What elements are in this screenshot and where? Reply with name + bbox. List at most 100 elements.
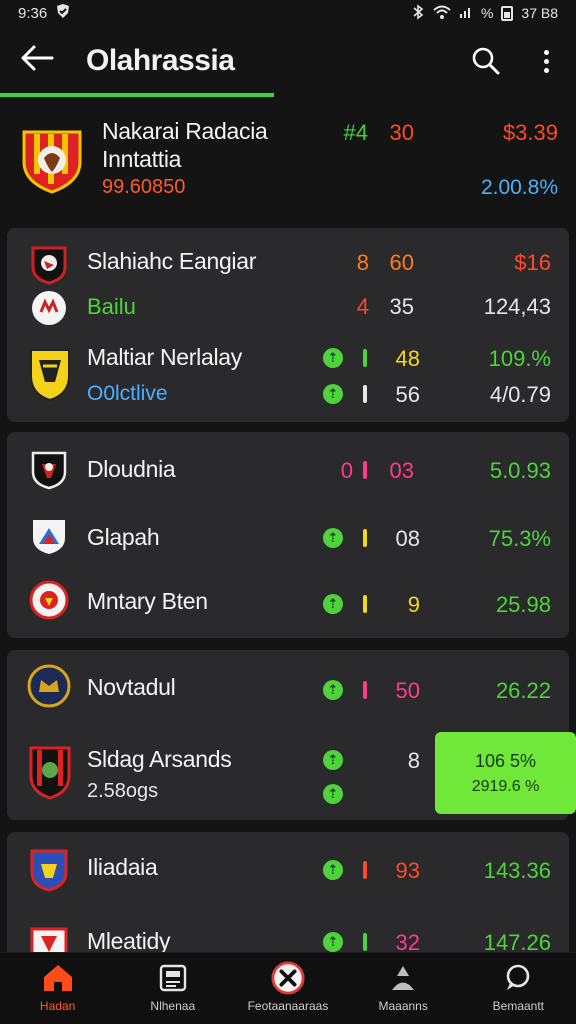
list-item[interactable]: Bailu 4 35 124,43 bbox=[7, 286, 569, 334]
stat-secondary: 35 bbox=[389, 294, 414, 319]
list-item[interactable]: Dloudnia 0 03 5.0.93 bbox=[7, 442, 569, 502]
featured-value: $3.39 bbox=[502, 120, 558, 145]
featured-row[interactable]: Nakarai Radacia Inntattia 99.60850 #4 30… bbox=[0, 110, 576, 216]
highlight-change: 2919.6 % bbox=[471, 777, 540, 795]
page-title: Olahrassia bbox=[86, 44, 235, 77]
nav-label: Maaanns bbox=[378, 999, 428, 1013]
list-item[interactable]: Slahiahc Eangiar 8 60 $16 bbox=[7, 240, 569, 290]
featured-sub: 99.60850 bbox=[102, 176, 186, 198]
match-group-card: Novtadul ⇡ 50 26.22 Sldag Arsands 2.58og… bbox=[7, 650, 576, 820]
odds-value: 26.22 bbox=[495, 678, 551, 703]
user-icon bbox=[386, 961, 420, 995]
match-group-card: Slahiahc Eangiar 8 60 $16 Bailu 4 35 124… bbox=[7, 228, 569, 422]
team-name: Glapah bbox=[87, 524, 160, 550]
odds-value: 109.% bbox=[488, 346, 551, 371]
wifi-icon bbox=[433, 5, 451, 22]
nav-home[interactable]: Hadan bbox=[3, 961, 113, 1013]
nav-label: Nlhenaa bbox=[150, 999, 196, 1013]
stat-secondary: 8 bbox=[407, 748, 420, 773]
more-vertical-icon[interactable] bbox=[536, 49, 556, 73]
live-indicator-icon: ⇡ bbox=[323, 528, 343, 548]
live-indicator-icon: ⇡ bbox=[323, 860, 343, 880]
club-crest-icon bbox=[29, 450, 69, 490]
live-indicator-icon: ⇡ bbox=[323, 348, 343, 368]
nav-label: Bemaantt bbox=[492, 999, 545, 1013]
list-item[interactable]: Glapah ⇡ 08 75.3% bbox=[7, 508, 569, 568]
team-name: Novtadul bbox=[87, 674, 176, 700]
signal-icon bbox=[459, 5, 473, 22]
team-name: Iliadaia bbox=[87, 854, 158, 880]
nav-label: Feotaanaaraas bbox=[247, 999, 329, 1013]
newspaper-icon bbox=[156, 961, 190, 995]
close-circle-icon bbox=[271, 961, 305, 995]
bottom-navigation: Hadan Nlhenaa Feotaanaaraas Maaanns Bema… bbox=[0, 952, 576, 1024]
nav-news[interactable]: Nlhenaa bbox=[118, 961, 228, 1013]
bluetooth-icon bbox=[411, 3, 425, 23]
odds-value: 75.3% bbox=[488, 526, 551, 551]
stat-primary: 4 bbox=[356, 294, 369, 319]
stat-secondary: 48 bbox=[395, 346, 420, 371]
form-bar bbox=[363, 529, 367, 547]
form-bar bbox=[363, 349, 367, 367]
odds-value: 4/0.79 bbox=[489, 382, 551, 407]
odds-value: 5.0.93 bbox=[489, 458, 551, 483]
team-sub: 2.58ogs bbox=[87, 780, 159, 802]
club-crest-icon bbox=[20, 128, 84, 194]
nav-people[interactable]: Maaanns bbox=[348, 961, 458, 1013]
search-icon[interactable] bbox=[466, 41, 506, 81]
stat-primary: 0 bbox=[340, 458, 353, 483]
stat-secondary: 60 bbox=[389, 250, 414, 275]
club-crest-icon bbox=[29, 516, 69, 556]
match-group-card: Iliadaia ⇡ 93 143.36 Mleatidy ⇡ 32 147.2… bbox=[7, 832, 569, 958]
team-name: Slahiahc Eangiar bbox=[87, 248, 257, 274]
battery-percent: % bbox=[480, 5, 494, 21]
featured-change: 2.00.8% bbox=[480, 176, 558, 199]
active-tab-indicator bbox=[0, 93, 274, 97]
back-arrow-icon[interactable] bbox=[20, 44, 68, 78]
team-name: Bailu bbox=[87, 294, 136, 319]
form-bar bbox=[363, 385, 367, 403]
team-name: Dloudnia bbox=[87, 456, 176, 482]
status-right-time: 37 B8 bbox=[521, 5, 558, 21]
status-bar: 9:36 % 37 B8 bbox=[0, 0, 576, 26]
list-item[interactable]: Mntary Bten ⇡ 9 25.98 bbox=[7, 574, 569, 634]
highlight-value: 106 5% bbox=[474, 750, 537, 771]
featured-name-line2: Inntattia bbox=[102, 146, 182, 172]
stat-secondary: 08 bbox=[395, 526, 420, 551]
team-name: Maltiar Nerlalay bbox=[87, 344, 242, 370]
stat-secondary: 93 bbox=[395, 858, 420, 883]
nav-settings[interactable]: Bemaantt bbox=[463, 961, 573, 1013]
team-name: O0lctlive bbox=[87, 382, 168, 405]
stat-primary: 8 bbox=[356, 250, 369, 275]
list-item[interactable]: Iliadaia ⇡ 93 143.36 bbox=[7, 840, 569, 900]
live-indicator-icon: ⇡ bbox=[323, 680, 343, 700]
stat-secondary: 56 bbox=[395, 382, 420, 407]
live-indicator-icon: ⇡ bbox=[323, 784, 343, 804]
featured-num2: 30 bbox=[389, 120, 414, 145]
team-name: Mntary Bten bbox=[87, 588, 208, 614]
stat-secondary: 03 bbox=[389, 458, 414, 483]
nav-center[interactable]: Feotaanaaraas bbox=[233, 961, 343, 1013]
nav-label: Hadan bbox=[39, 999, 76, 1013]
club-crest-icon bbox=[29, 288, 69, 328]
team-name: Sldag Arsands bbox=[87, 746, 232, 772]
club-crest-icon bbox=[29, 346, 71, 402]
stat-secondary: 50 bbox=[395, 678, 420, 703]
live-indicator-icon: ⇡ bbox=[323, 932, 343, 952]
odds-value: 25.98 bbox=[495, 592, 551, 617]
form-bar bbox=[363, 595, 367, 613]
form-bar bbox=[363, 681, 367, 699]
highlighted-odds-button[interactable]: 106 5% 2919.6 % bbox=[435, 732, 576, 814]
form-bar bbox=[363, 861, 367, 879]
odds-value: 124,43 bbox=[483, 294, 551, 319]
match-group-card: Dloudnia 0 03 5.0.93 Glapah ⇡ 08 75.3% M… bbox=[7, 432, 569, 638]
list-item[interactable]: Novtadul ⇡ 50 26.22 bbox=[7, 656, 569, 716]
list-item[interactable]: Maltiar Nerlalay ⇡ 48 109.% O0lctlive ⇡ … bbox=[7, 338, 569, 418]
odds-value: $16 bbox=[514, 250, 551, 275]
status-time: 9:36 bbox=[18, 4, 48, 22]
odds-value: 143.36 bbox=[483, 858, 551, 883]
shield-icon bbox=[55, 3, 71, 23]
live-indicator-icon: ⇡ bbox=[323, 750, 343, 770]
team-name: Mleatidy bbox=[87, 928, 171, 954]
featured-name-line1: Nakarai Radacia bbox=[102, 118, 268, 144]
